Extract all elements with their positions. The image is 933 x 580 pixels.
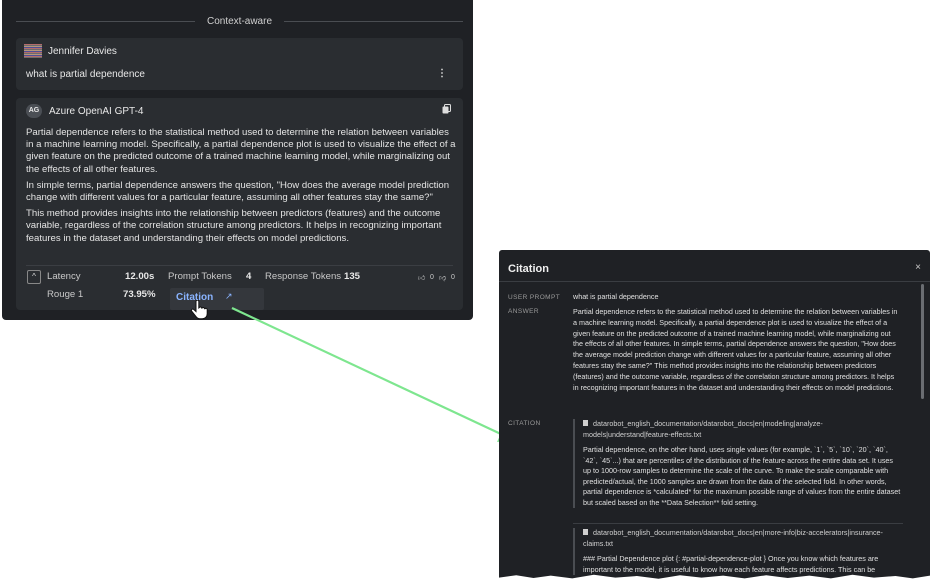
- citation-text: ### Partial Dependence plot {: #partial-…: [583, 554, 879, 574]
- answer-label: ANSWER: [508, 308, 539, 315]
- panel-divider: [499, 281, 930, 282]
- chat-panel: Context-aware Jennifer Davies what is pa…: [2, 0, 473, 320]
- citation-file: datarobot_english_documentation/datarobo…: [583, 419, 823, 439]
- chevron-up-icon: ^: [32, 272, 36, 281]
- citation-panel: Citation × USER PROMPT what is partial d…: [499, 250, 930, 580]
- context-divider-label: Context-aware: [206, 15, 273, 27]
- citation-item: datarobot_english_documentation/datarobo…: [573, 419, 901, 508]
- model-name: Azure OpenAI GPT-4: [49, 106, 144, 117]
- latency-label: Latency: [47, 271, 81, 282]
- context-divider: Context-aware: [16, 12, 463, 30]
- model-avatar: AG: [26, 104, 42, 118]
- user-prompt-text: what is partial dependence: [573, 292, 659, 301]
- external-link-icon: ↗: [225, 291, 233, 301]
- user-message: what is partial dependence: [26, 69, 145, 80]
- citation-file: datarobot_english_documentation/datarobo…: [583, 528, 883, 548]
- collapse-metrics-button[interactable]: ^: [27, 270, 41, 284]
- answer-text: Partial dependence refers to the statist…: [573, 307, 898, 392]
- thumbs-down-count: 0: [451, 274, 455, 281]
- file-icon: [583, 529, 588, 535]
- citation-link[interactable]: Citation ↗: [170, 288, 264, 310]
- response-paragraph: This method provides insights into the r…: [26, 208, 442, 244]
- file-icon: [583, 420, 588, 426]
- citation-label: CITATION: [508, 420, 541, 427]
- citation-divider: [573, 523, 903, 524]
- assistant-response: Partial dependence refers to the statist…: [26, 127, 458, 249]
- response-paragraph: In simple terms, partial dependence answ…: [26, 179, 450, 204]
- scrollbar[interactable]: [921, 284, 924, 399]
- hand-pointer-cursor-icon: [190, 300, 208, 320]
- thumbs-up-icon[interactable]: 👍︎: [418, 273, 425, 282]
- user-avatar: [24, 44, 42, 58]
- citation-text: Partial dependence, on the other hand, u…: [583, 445, 901, 507]
- thumbs-up-count: 0: [430, 274, 434, 281]
- assistant-message-card: AG Azure OpenAI GPT-4 Partial dependence…: [16, 98, 463, 310]
- response-tokens-value: 135: [344, 271, 361, 282]
- metrics-divider: [26, 265, 453, 266]
- close-icon[interactable]: ×: [915, 262, 921, 273]
- rouge-label: Rouge 1: [47, 289, 84, 300]
- user-name: Jennifer Davies: [48, 46, 117, 57]
- user-prompt-label: USER PROMPT: [508, 294, 561, 301]
- copy-icon[interactable]: [442, 104, 451, 114]
- citation-item: datarobot_english_documentation/datarobo…: [573, 528, 901, 575]
- response-paragraph: Partial dependence refers to the statist…: [26, 127, 456, 175]
- citation-panel-title: Citation: [508, 263, 549, 275]
- prompt-tokens-label: Prompt Tokens: [168, 271, 232, 282]
- latency-value: 12.00s: [125, 271, 155, 282]
- rouge-value: 73.95%: [123, 289, 156, 300]
- prompt-tokens-value: 4: [246, 271, 252, 282]
- response-tokens-label: Response Tokens: [265, 271, 342, 282]
- more-options-icon[interactable]: ⋮: [437, 68, 447, 79]
- user-message-card: Jennifer Davies what is partial dependen…: [16, 38, 463, 90]
- thumbs-down-icon[interactable]: 👎︎: [439, 273, 446, 282]
